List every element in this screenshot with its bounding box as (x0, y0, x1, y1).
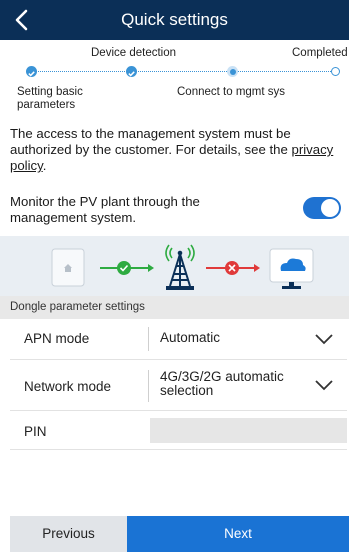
link-error-icon (225, 261, 239, 275)
next-button[interactable]: Next (127, 516, 349, 552)
monitor-toggle[interactable] (303, 197, 341, 219)
apn-mode-value[interactable]: Automatic (160, 331, 220, 345)
step-label-completed: Completed (292, 47, 348, 59)
notice-suffix: . (42, 158, 47, 173)
divider (10, 359, 347, 360)
diagram-graphic (51, 244, 314, 290)
step-label-setting-basic: Setting basic parameters (17, 86, 83, 111)
page-title: Quick settings (121, 10, 228, 29)
toggle-knob (321, 199, 339, 217)
network-mode-label: Network mode (24, 379, 112, 394)
step-dot-completed (331, 67, 340, 76)
notice-text: The access to the management system must… (10, 126, 292, 157)
title-bar: Quick settings (0, 0, 349, 40)
section-header: Dongle parameter settings (0, 296, 349, 319)
pin-label: PIN (24, 424, 47, 439)
network-mode-row[interactable]: Network mode 4G/3G/2G automatic selectio… (0, 362, 349, 408)
cell-tower-icon (165, 244, 195, 290)
connection-diagram (0, 236, 349, 296)
apn-mode-row[interactable]: APN mode Automatic (0, 319, 349, 359)
divider (10, 410, 347, 411)
chevron-down-icon[interactable] (313, 332, 335, 346)
check-icon (28, 71, 35, 77)
dongle-device-icon (51, 248, 85, 287)
section-title: Dongle parameter settings (10, 301, 145, 313)
divider (10, 449, 347, 450)
progress-stepper: Device detection Completed Setting basic… (0, 40, 349, 117)
field-separator (148, 370, 149, 402)
check-icon (128, 71, 135, 77)
step-dot-device-detection (126, 66, 137, 77)
chevron-down-icon[interactable] (313, 378, 335, 392)
network-mode-value-line2: selection (160, 383, 214, 398)
step-dot-connect-mgmt (227, 66, 238, 77)
network-mode-value[interactable]: 4G/3G/2G automatic selection (160, 370, 284, 398)
step-label-device-detection: Device detection (91, 47, 177, 59)
network-mode-value-line1: 4G/3G/2G automatic (160, 369, 284, 384)
field-separator (148, 327, 149, 351)
monitor-label: Monitor the PV plant through the managem… (10, 194, 200, 225)
link-ok-icon (117, 261, 131, 275)
previous-button[interactable]: Previous (10, 516, 127, 552)
pin-input[interactable] (150, 418, 347, 443)
progress-track (32, 71, 337, 72)
step-dot-setting-basic (26, 66, 37, 77)
authorization-notice: The access to the management system must… (10, 126, 346, 174)
cloud-server-icon (269, 248, 314, 289)
step-label-connect-mgmt: Connect to mgmt sys (177, 86, 286, 98)
apn-mode-label: APN mode (24, 331, 90, 346)
